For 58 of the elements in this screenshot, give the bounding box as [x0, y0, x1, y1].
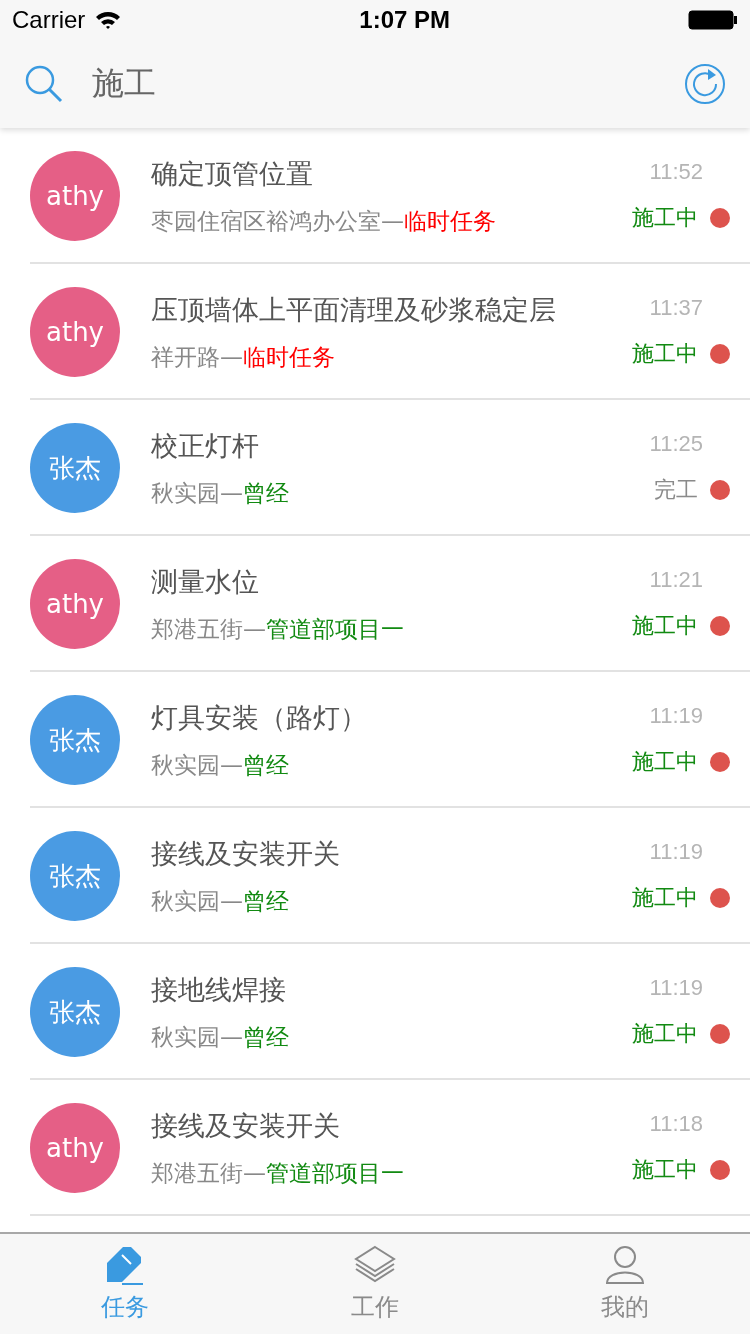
task-location: 郑港五街—管道部项目一 [151, 1158, 405, 1188]
task-row[interactable]: athy 接线及安装开关 郑港五街—管道部项目一 11:18 施工中 [0, 1080, 750, 1216]
task-time: 11:19 [649, 975, 703, 1001]
task-time: 11:37 [649, 295, 703, 321]
avatar: athy [30, 151, 120, 241]
task-status: 施工中 [632, 204, 698, 232]
avatar: athy [30, 287, 120, 377]
task-location: 祥开路—临时任务 [151, 342, 336, 372]
task-time: 11:18 [649, 1111, 703, 1137]
task-status: 施工中 [632, 340, 698, 368]
task-title: 接线及安装开关 [151, 1108, 341, 1143]
search-icon[interactable] [24, 64, 64, 104]
avatar: athy [30, 559, 120, 649]
task-time: 11:21 [649, 567, 703, 593]
task-row[interactable]: athy 确定顶管位置 枣园住宿区裕鸿办公室—临时任务 11:52 施工中 [0, 128, 750, 264]
task-title: 灯具安装（路灯） [151, 700, 368, 735]
task-title: 确定顶管位置 [151, 156, 314, 191]
task-status: 施工中 [632, 1156, 698, 1184]
task-title: 校正灯杆 [151, 428, 260, 463]
task-title: 压顶墙体上平面清理及砂浆稳定层 [151, 292, 557, 327]
task-location: 郑港五街—管道部项目一 [151, 614, 405, 644]
refresh-icon[interactable] [684, 63, 726, 105]
task-row[interactable]: athy 压顶墙体上平面清理及砂浆稳定层 祥开路—临时任务 11:37 施工中 [0, 264, 750, 400]
avatar: 张杰 [30, 831, 120, 921]
task-row[interactable]: 张杰 校正灯杆 秋实园—曾经 11:25 完工 [0, 400, 750, 536]
task-row[interactable]: 张杰 灯具安装（路灯） 秋实园—曾经 11:19 施工中 [0, 672, 750, 808]
avatar: 张杰 [30, 695, 120, 785]
task-title: 接地线焊接 [151, 972, 287, 1007]
task-row[interactable]: 张杰 接地线焊接 秋实园—曾经 11:19 施工中 [0, 944, 750, 1080]
layers-icon [354, 1245, 396, 1285]
battery-icon [688, 10, 738, 30]
task-status: 施工中 [632, 884, 698, 912]
pencil-icon [105, 1245, 145, 1285]
task-status: 施工中 [632, 748, 698, 776]
task-status: 完工 [654, 476, 698, 504]
search-field[interactable]: 施工 [92, 65, 656, 103]
task-location: 秋实园—曾经 [151, 750, 290, 780]
wifi-icon [95, 10, 122, 30]
task-time: 11:52 [649, 159, 703, 185]
task-status: 施工中 [632, 612, 698, 640]
task-time: 11:19 [649, 703, 703, 729]
task-time: 11:19 [649, 839, 703, 865]
task-location: 秋实园—曾经 [151, 1022, 290, 1052]
task-title: 接线及安装开关 [151, 836, 341, 871]
avatar: 张杰 [30, 967, 120, 1057]
task-title: 测量水位 [151, 564, 260, 599]
avatar: 张杰 [30, 423, 120, 513]
task-location: 秋实园—曾经 [151, 886, 290, 916]
task-location: 秋实园—曾经 [151, 478, 290, 508]
clock: 1:07 PM [359, 6, 450, 34]
person-icon [605, 1245, 645, 1285]
task-row[interactable]: 张杰 接线及安装开关 秋实园—曾经 11:19 施工中 [0, 808, 750, 944]
carrier-label: Carrier [12, 6, 86, 34]
avatar: athy [30, 1103, 120, 1193]
task-status: 施工中 [632, 1020, 698, 1048]
task-row[interactable]: athy 测量水位 郑港五街—管道部项目一 11:21 施工中 [0, 536, 750, 672]
task-location: 枣园住宿区裕鸿办公室—临时任务 [151, 206, 497, 236]
task-time: 11:25 [649, 431, 703, 457]
